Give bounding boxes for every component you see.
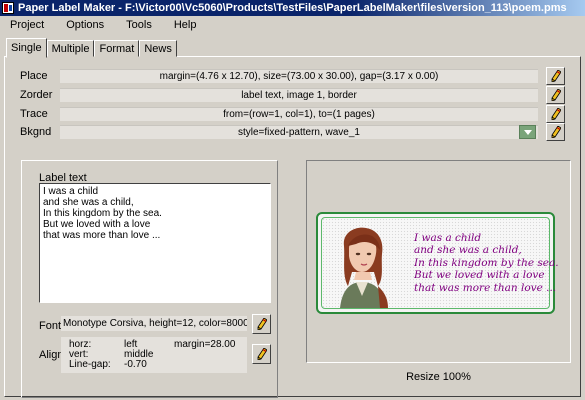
chevron-down-icon[interactable] — [519, 125, 536, 139]
font-edit-button[interactable] — [252, 314, 271, 334]
font-label: Font — [39, 320, 62, 332]
bkgnd-field[interactable]: style=fixed-pattern, wave_1 — [60, 125, 538, 139]
tab-strip: Single Multiple Format News — [6, 38, 177, 58]
zorder-edit-button[interactable] — [546, 86, 565, 104]
align-field[interactable]: horz: left margin=28.00 vert: middle Lin… — [61, 337, 247, 373]
menu-help[interactable]: Help — [166, 16, 205, 34]
font-field[interactable]: Monotype Corsiva, height=12, color=80008… — [61, 316, 247, 331]
bkgnd-row: Bkgnd style=fixed-pattern, wave_1 — [20, 123, 570, 141]
bkgnd-edit-button[interactable] — [546, 123, 565, 141]
place-edit-button[interactable] — [546, 67, 565, 85]
app-icon[interactable] — [2, 2, 14, 14]
place-row: Place margin=(4.76 x 12.70), size=(73.00… — [20, 67, 570, 85]
zorder-row: Zorder label text, image 1, border — [20, 86, 570, 104]
place-label: Place — [20, 70, 48, 82]
portrait-image — [340, 227, 388, 308]
label-preview[interactable]: I was a child and she was a child, In th… — [316, 212, 559, 314]
trace-field[interactable]: from=(row=1, col=1), to=(1 pages) — [60, 107, 538, 121]
pencil-icon — [257, 318, 267, 330]
menu-tools[interactable]: Tools — [118, 16, 160, 34]
align-edit-button[interactable] — [252, 344, 271, 364]
trace-label: Trace — [20, 108, 48, 120]
menu-bar: Project Options Tools Help — [0, 16, 585, 34]
pencil-icon — [551, 70, 561, 82]
align-linegap-value: -0.70 — [124, 359, 147, 370]
align-label: Align — [39, 349, 64, 361]
menu-project[interactable]: Project — [0, 16, 52, 34]
pencil-icon — [551, 108, 561, 120]
label-background: I was a child and she was a child, In th… — [321, 217, 559, 309]
zorder-label: Zorder — [20, 89, 53, 101]
menu-options[interactable]: Options — [58, 16, 112, 34]
tab-single[interactable]: Single — [6, 38, 47, 58]
window-title: Paper Label Maker - F:\Victor00\Vc5060\P… — [18, 2, 567, 14]
pencil-icon — [257, 348, 267, 360]
tab-news[interactable]: News — [139, 40, 177, 57]
resize-status: Resize 100% — [406, 371, 471, 383]
title-bar[interactable]: Paper Label Maker - F:\Victor00\Vc5060\P… — [0, 0, 585, 16]
zorder-field[interactable]: label text, image 1, border — [60, 88, 538, 102]
trace-row: Trace from=(row=1, col=1), to=(1 pages) — [20, 105, 570, 123]
trace-edit-button[interactable] — [546, 105, 565, 123]
align-margin: margin=28.00 — [174, 339, 236, 350]
align-linegap-key: Line-gap: — [69, 359, 111, 370]
pencil-icon — [551, 126, 561, 138]
pencil-icon — [551, 89, 561, 101]
tab-multiple[interactable]: Multiple — [46, 40, 95, 57]
bkgnd-label: Bkgnd — [20, 126, 52, 138]
tab-format[interactable]: Format — [94, 40, 140, 57]
poem-preview-text: I was a child and she was a child, In th… — [414, 232, 559, 294]
label-text-input[interactable]: I was a child and she was a child, In th… — [39, 183, 271, 303]
place-field[interactable]: margin=(4.76 x 12.70), size=(73.00 x 30.… — [60, 69, 538, 83]
